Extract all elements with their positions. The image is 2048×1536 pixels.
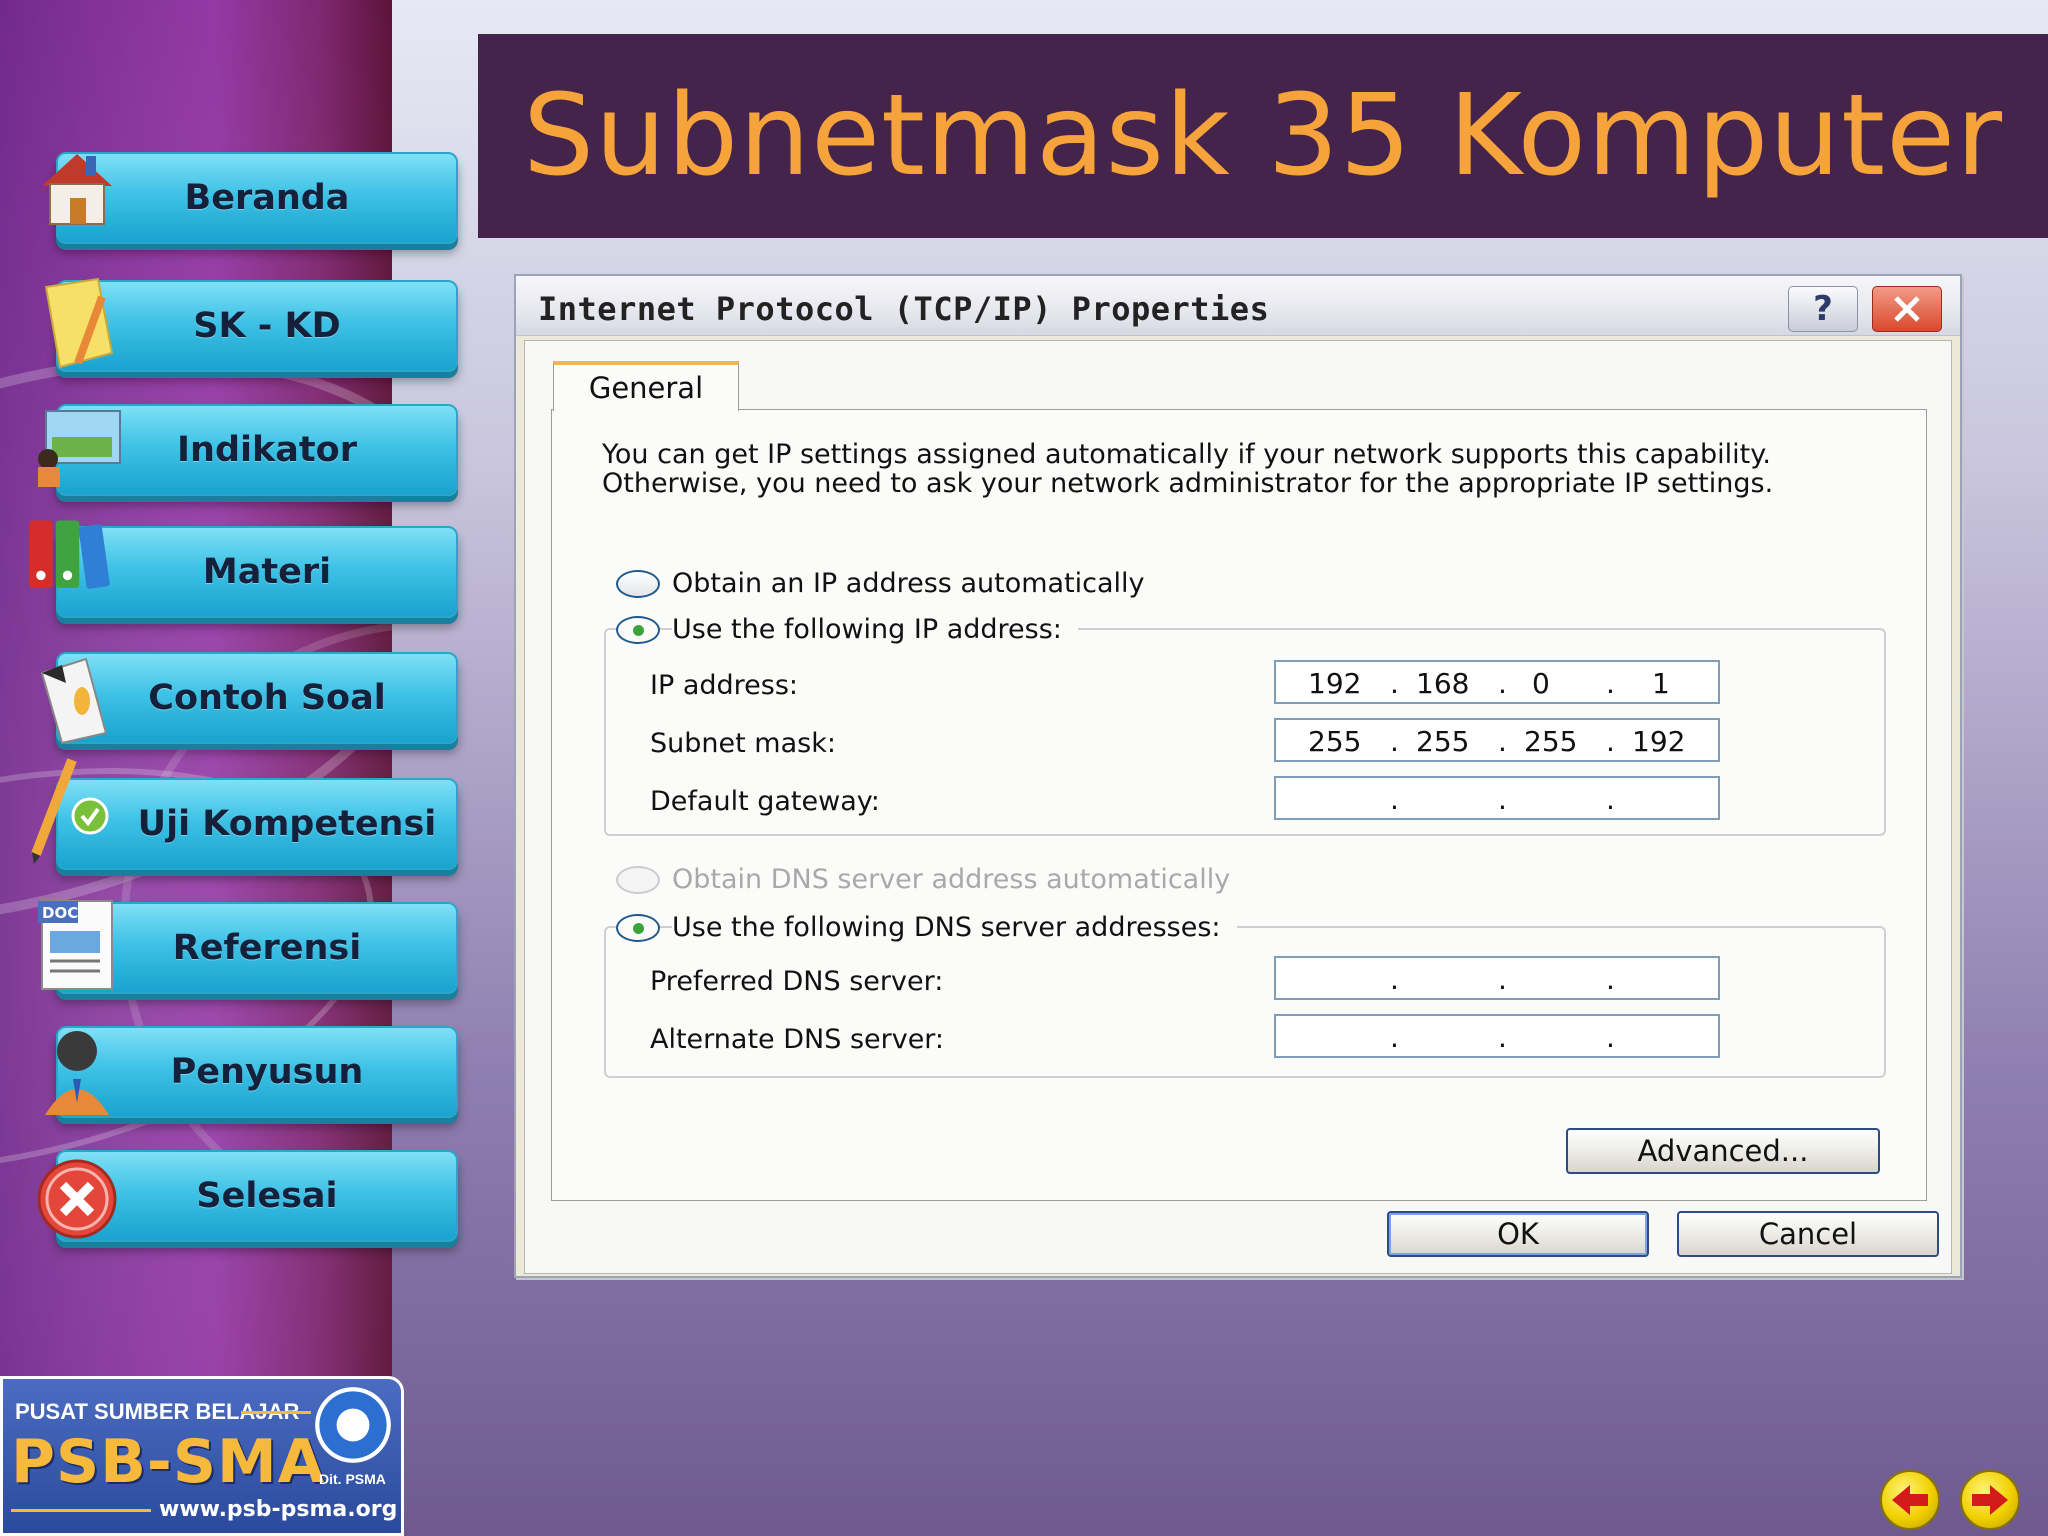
radio-obtain-ip-auto[interactable] bbox=[616, 570, 660, 598]
dialog-body: General You can get IP settings assigned… bbox=[524, 340, 1952, 1274]
octet-dot: . bbox=[1390, 1021, 1399, 1054]
home-icon bbox=[30, 140, 124, 234]
nav-button-uji-kompetensi[interactable]: Uji Kompetensi bbox=[56, 778, 458, 870]
octet-dot: . bbox=[1390, 667, 1399, 700]
radio-use-following-ip[interactable] bbox=[616, 616, 660, 644]
dialog-title: Internet Protocol (TCP/IP) Properties bbox=[538, 290, 1270, 328]
dialog-titlebar[interactable]: Internet Protocol (TCP/IP) Properties ? bbox=[516, 276, 1960, 336]
octet-dot: . bbox=[1390, 963, 1399, 996]
logo-wordmark: PSB-SMA bbox=[11, 1427, 326, 1497]
alternate-dns-field[interactable]: . . . bbox=[1274, 1014, 1720, 1058]
logo-url: www.psb-psma.org bbox=[159, 1497, 398, 1522]
psb-sma-logo: PUSAT SUMBER BELAJAR PSB-SMA www.psb-psm… bbox=[0, 1376, 404, 1536]
ip-octet: 1 bbox=[1652, 667, 1670, 700]
octet-dot: . bbox=[1606, 783, 1615, 816]
octet-dot: . bbox=[1606, 725, 1615, 758]
octet-dot: . bbox=[1498, 1021, 1507, 1054]
radio-label: Use the following IP address: bbox=[672, 614, 1078, 645]
nav-label: Penyusun bbox=[170, 1052, 364, 1092]
ip-address-field[interactable]: 192 . 168 . 0 . 1 bbox=[1274, 660, 1720, 704]
close-icon bbox=[30, 1152, 124, 1246]
nav-label: SK - KD bbox=[193, 306, 341, 346]
advanced-button[interactable]: Advanced... bbox=[1566, 1128, 1880, 1174]
mask-octet: 255 bbox=[1416, 725, 1470, 758]
page-title: Subnetmask 35 Komputer bbox=[522, 71, 2004, 201]
radio-obtain-dns-auto[interactable] bbox=[616, 866, 660, 894]
nav-label: Materi bbox=[202, 552, 332, 592]
ok-button[interactable]: OK bbox=[1387, 1211, 1649, 1257]
octet-dot: . bbox=[1498, 783, 1507, 816]
radio-label: Use the following DNS server addresses: bbox=[672, 912, 1237, 943]
close-button[interactable] bbox=[1872, 286, 1942, 332]
person-icon bbox=[30, 1024, 124, 1118]
notepad-icon bbox=[30, 277, 124, 372]
nav-label: Referensi bbox=[172, 928, 362, 968]
logo-badge: Dit. PSMA bbox=[319, 1471, 386, 1487]
octet-dot: . bbox=[1498, 667, 1507, 700]
octet-dot: . bbox=[1606, 1021, 1615, 1054]
mask-octet: 255 bbox=[1524, 725, 1578, 758]
nav-label: Selesai bbox=[196, 1176, 338, 1216]
radio-label: Obtain an IP address automatically bbox=[672, 568, 1145, 599]
svg-text:DOC: DOC bbox=[42, 904, 78, 922]
logo-rule bbox=[11, 1509, 151, 1512]
tcpip-properties-dialog: Internet Protocol (TCP/IP) Properties ? … bbox=[514, 274, 1962, 1278]
octet-dot: . bbox=[1606, 667, 1615, 700]
previous-slide-button[interactable] bbox=[1880, 1470, 1940, 1530]
subnet-mask-field[interactable]: 255 . 255 . 255 . 192 bbox=[1274, 718, 1720, 762]
cancel-button[interactable]: Cancel bbox=[1677, 1211, 1939, 1257]
ip-octet: 192 bbox=[1308, 667, 1362, 700]
general-panel: You can get IP settings assigned automat… bbox=[551, 409, 1927, 1201]
presentation-icon bbox=[30, 400, 124, 494]
ministry-emblem-icon bbox=[315, 1387, 391, 1463]
close-icon bbox=[1894, 296, 1920, 322]
default-gateway-field[interactable]: . . . bbox=[1274, 776, 1720, 820]
preferred-dns-label: Preferred DNS server: bbox=[650, 966, 944, 997]
octet-dot: . bbox=[1606, 963, 1615, 996]
octet-dot: . bbox=[1390, 783, 1399, 816]
preferred-dns-field[interactable]: . . . bbox=[1274, 956, 1720, 1000]
nav-label: Uji Kompetensi bbox=[137, 804, 437, 844]
nav-label: Indikator bbox=[177, 430, 357, 470]
ip-octet: 0 bbox=[1532, 667, 1550, 700]
arrow-left-icon bbox=[1892, 1485, 1928, 1515]
mask-octet: 255 bbox=[1308, 725, 1362, 758]
nav-label: Contoh Soal bbox=[148, 678, 386, 718]
octet-dot: . bbox=[1498, 963, 1507, 996]
help-button[interactable]: ? bbox=[1788, 286, 1858, 332]
alternate-dns-label: Alternate DNS server: bbox=[650, 1024, 945, 1055]
document-pen-icon bbox=[30, 652, 124, 746]
description-text: You can get IP settings assigned automat… bbox=[602, 439, 1774, 499]
pencil-check-icon bbox=[22, 758, 116, 864]
arrow-right-icon bbox=[1972, 1485, 2008, 1515]
ip-octet: 168 bbox=[1416, 667, 1470, 700]
next-slide-button[interactable] bbox=[1960, 1470, 2020, 1530]
subnet-mask-label: Subnet mask: bbox=[650, 728, 836, 759]
doc-icon: DOC bbox=[30, 898, 124, 992]
octet-dot: . bbox=[1498, 725, 1507, 758]
title-band: Subnetmask 35 Komputer bbox=[478, 34, 2048, 238]
tab-general[interactable]: General bbox=[553, 361, 739, 411]
ip-address-label: IP address: bbox=[650, 670, 798, 701]
octet-dot: . bbox=[1390, 725, 1399, 758]
default-gateway-label: Default gateway: bbox=[650, 786, 880, 817]
radio-label-disabled: Obtain DNS server address automatically bbox=[672, 864, 1231, 895]
nav-label: Beranda bbox=[184, 178, 350, 218]
radio-use-following-dns[interactable] bbox=[616, 914, 660, 942]
logo-rule bbox=[241, 1411, 311, 1414]
help-icon: ? bbox=[1813, 289, 1833, 329]
mask-octet: 192 bbox=[1632, 725, 1686, 758]
binders-icon bbox=[26, 508, 120, 602]
